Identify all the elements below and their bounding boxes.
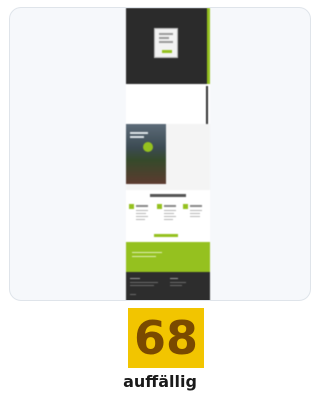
service-icon <box>183 204 188 209</box>
green-banner-section <box>126 242 210 272</box>
feature-image <box>126 124 166 184</box>
cookie-consent-dialog <box>154 28 178 58</box>
service-column <box>183 204 205 234</box>
play-circle-icon <box>143 142 153 152</box>
score-badge: 68 <box>128 308 204 368</box>
service-icon <box>129 204 134 209</box>
service-icon <box>157 204 162 209</box>
hero-section <box>126 8 210 84</box>
hero-accent-bar <box>207 8 210 84</box>
section-divider <box>206 86 208 124</box>
service-column <box>157 204 179 234</box>
page-footer <box>126 272 210 300</box>
intro-section <box>126 84 210 124</box>
score-rating-label: auffällig <box>123 372 197 391</box>
services-heading <box>150 194 186 197</box>
website-screenshot-thumbnail[interactable] <box>126 8 210 300</box>
services-section <box>126 190 210 242</box>
cta-button <box>154 234 178 237</box>
screenshot-preview-card <box>9 7 311 301</box>
service-column <box>129 204 151 234</box>
